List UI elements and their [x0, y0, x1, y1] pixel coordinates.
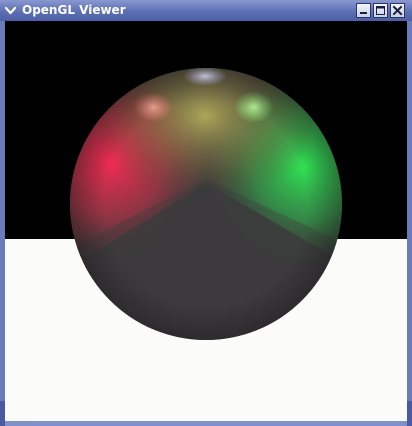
window-frame-right	[407, 21, 412, 426]
title-bar[interactable]: OpenGL Viewer	[0, 0, 412, 21]
minimize-button[interactable]	[356, 3, 371, 18]
window-frame-bottom[interactable]	[0, 421, 412, 426]
close-button[interactable]	[390, 3, 405, 18]
maximize-icon	[376, 6, 385, 15]
window-menu-button[interactable]	[3, 3, 18, 18]
rendered-scene	[5, 21, 407, 421]
close-icon	[392, 5, 403, 16]
resize-grip-right[interactable]	[407, 401, 412, 426]
chevron-down-icon	[4, 6, 17, 15]
minimize-icon	[360, 12, 367, 14]
opengl-viewport[interactable]	[5, 21, 407, 421]
maximize-button[interactable]	[373, 3, 388, 18]
application-window: OpenGL Viewer	[0, 0, 412, 426]
window-title: OpenGL Viewer	[22, 3, 126, 17]
